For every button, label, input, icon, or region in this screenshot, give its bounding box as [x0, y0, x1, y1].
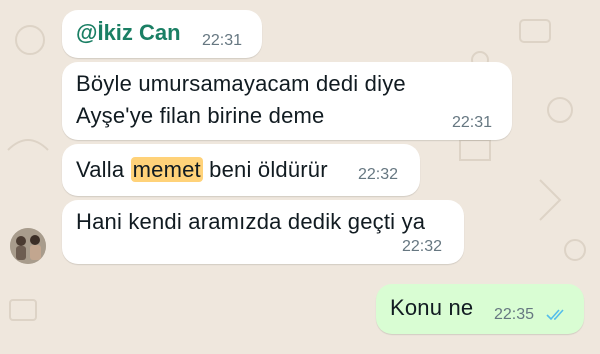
message-bubble-mention[interactable]: @İkiz Can 22:31 — [62, 10, 262, 58]
message-time: 22:32 — [402, 238, 443, 255]
message-time: 22:31 — [202, 32, 243, 49]
message-time: 22:31 — [452, 114, 493, 131]
message-text-start: Valla — [76, 157, 131, 182]
outgoing-message-bubble[interactable]: Konu ne 22:35 — [376, 284, 584, 334]
message-text-line-2: Ayşe'ye filan birine deme — [76, 103, 325, 128]
group-avatar-icon — [10, 228, 46, 264]
message-time: 22:32 — [358, 166, 399, 183]
message-text-end: beni öldürür — [202, 157, 328, 182]
message-text: Konu ne — [390, 295, 474, 320]
message-text-line-1: Böyle umursamayacam dedi diye — [76, 71, 406, 96]
sender-mention[interactable]: @İkiz Can — [76, 20, 181, 46]
message-text: Hani kendi aramızda dedik geçti ya — [76, 209, 426, 234]
double-check-read-icon — [546, 309, 564, 321]
message-bubble[interactable]: Hani kendi aramızda dedik geçti ya 22:32 — [62, 200, 464, 264]
search-highlight: memet — [130, 157, 203, 182]
sender-avatar[interactable] — [10, 228, 46, 264]
message-bubble[interactable]: Böyle umursamayacam dedi diye Ayşe'ye fi… — [62, 62, 512, 140]
message-bubble[interactable]: Valla memet beni öldürür 22:32 — [62, 144, 420, 196]
message-text: Valla memet beni öldürür — [76, 154, 328, 186]
message-time: 22:35 — [494, 306, 535, 323]
